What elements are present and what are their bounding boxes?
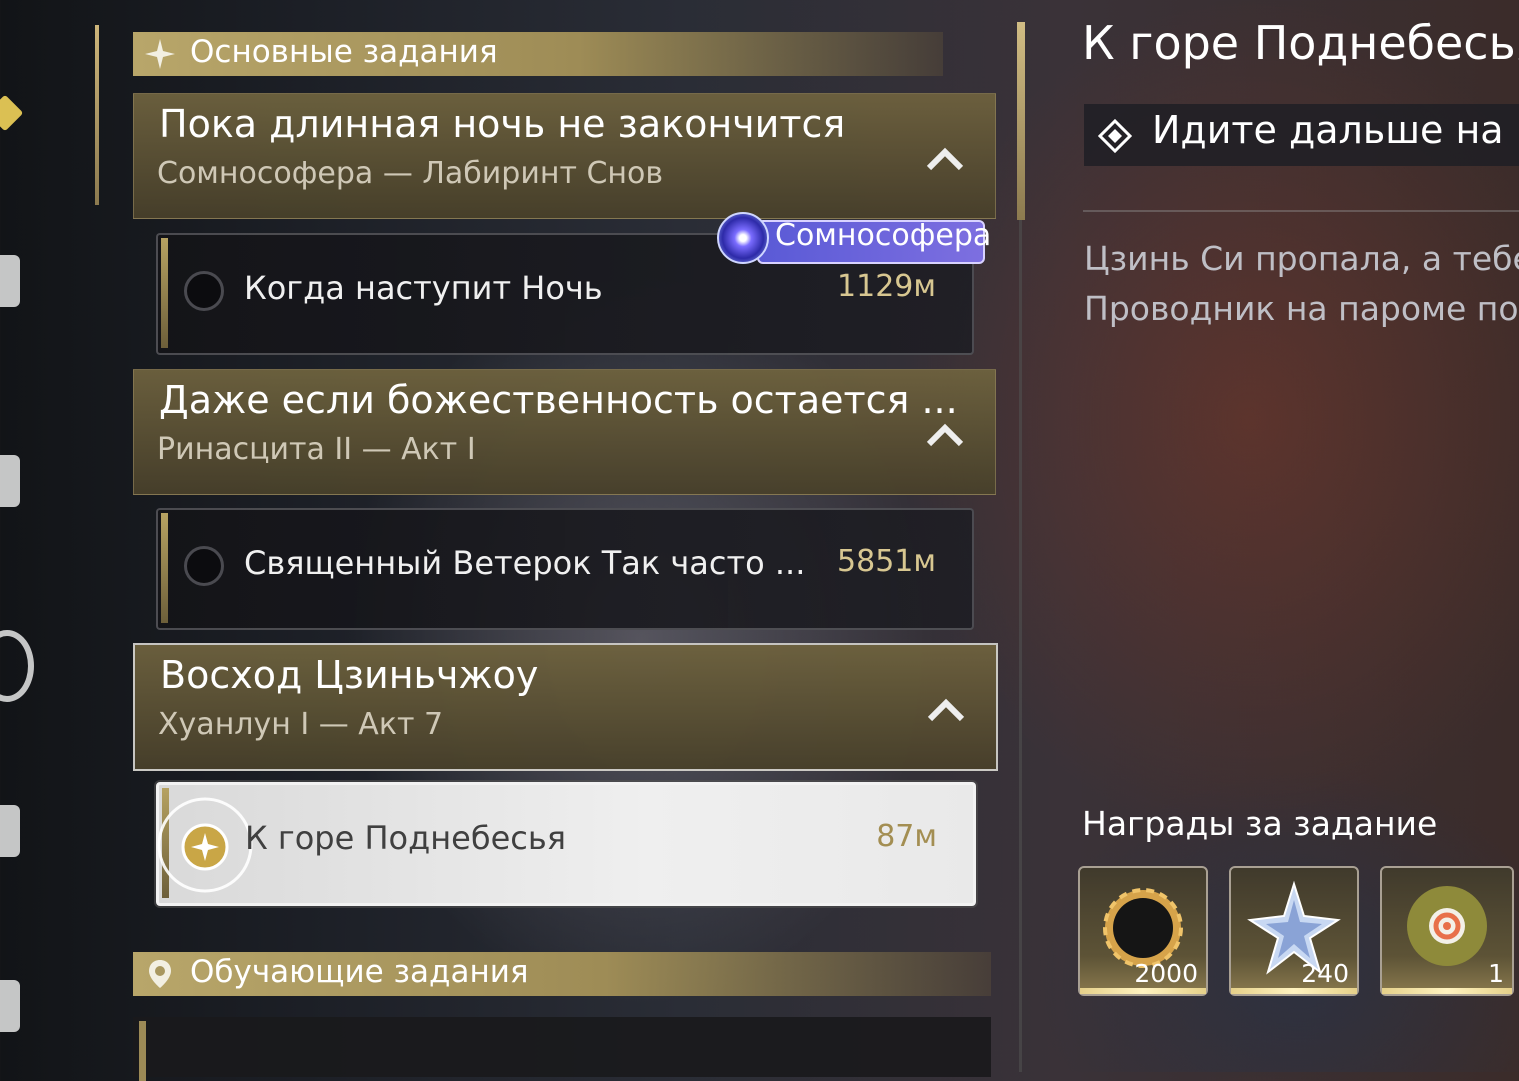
task-name: Когда наступит Ночь: [244, 269, 603, 307]
sidebar-icon-3[interactable]: [0, 455, 20, 507]
reward-rarity-bar: [1080, 988, 1206, 994]
quest-group-title: Восход Цзиньчжоу: [160, 653, 539, 697]
tutorial-quests-label: Обучающие задания: [190, 954, 529, 990]
quest-group-2[interactable]: Даже если божественность остается ... Ри…: [133, 369, 996, 495]
tutorial-task-row[interactable]: [133, 1017, 991, 1081]
reward-count: 1: [1488, 959, 1504, 988]
quest-group-1[interactable]: Пока длинная ночь не закончится Сомнософ…: [133, 93, 996, 219]
reward-count: 2000: [1134, 959, 1198, 988]
task-distance: 5851м: [837, 544, 936, 579]
task-name: К горе Поднебесья: [245, 819, 566, 857]
task-distance: 87м: [876, 819, 937, 854]
quest-detail-title: К горе Поднебесья: [1082, 16, 1519, 70]
tutorial-quests-header: Обучающие задания: [133, 952, 991, 996]
panel-scrollbar[interactable]: [1017, 22, 1025, 220]
task-accent-bar: [161, 238, 168, 348]
main-quests-label: Основные задания: [190, 34, 498, 70]
main-quests-header: Основные задания: [133, 32, 943, 76]
quest-task-3-selected[interactable]: К горе Поднебесья 87м: [156, 782, 976, 906]
sparkle-icon: [145, 39, 175, 69]
reward-item-1[interactable]: 2000: [1078, 866, 1208, 996]
quest-group-title: Даже если божественность остается ...: [159, 378, 958, 422]
somnosphere-badge: Сомнософера: [715, 212, 992, 264]
quest-task-2[interactable]: Священный Ветерок Так часто ... 5851м: [156, 508, 974, 630]
quest-diamond-icon[interactable]: [0, 94, 24, 132]
task-name: Священный Ветерок Так часто ...: [244, 544, 806, 582]
task-accent-bar: [161, 513, 168, 623]
quest-group-subtitle: Хуанлун I — Акт 7: [158, 707, 444, 742]
quest-group-subtitle: Сомнософера — Лабиринт Снов: [157, 156, 664, 191]
sidebar-icon-6[interactable]: [0, 980, 20, 1032]
badge-label: Сомнософера: [775, 218, 992, 253]
quest-description: Цзинь Си пропала, а тебе Проводник на па…: [1084, 234, 1519, 334]
panel-divider: [1019, 220, 1022, 1072]
task-status-icon: [184, 271, 224, 311]
description-line-2: Проводник на пароме по: [1084, 289, 1519, 328]
chevron-up-icon[interactable]: [926, 695, 966, 725]
sidebar-icon-4[interactable]: [0, 630, 34, 702]
objective-diamond-icon: [1098, 119, 1132, 153]
tracked-quest-icon: [157, 797, 253, 893]
chevron-up-icon[interactable]: [925, 420, 965, 450]
description-line-1: Цзинь Си пропала, а тебе: [1084, 239, 1519, 278]
location-pin-icon: [149, 960, 171, 988]
detail-divider: [1083, 210, 1519, 212]
reward-item-2[interactable]: 240: [1229, 866, 1359, 996]
sidebar-icon-5[interactable]: [0, 805, 20, 857]
echo-orb-icon: [1407, 886, 1487, 966]
quest-group-title: Пока длинная ночь не закончится: [159, 102, 846, 146]
somnosphere-orb-icon: [717, 212, 769, 264]
chevron-up-icon[interactable]: [925, 144, 965, 174]
reward-rarity-bar: [1231, 988, 1357, 994]
sidebar-active-line: [95, 25, 99, 205]
quest-objective: Идите дальше на го: [1084, 104, 1519, 166]
reward-rarity-bar: [1382, 988, 1512, 994]
task-accent-bar: [139, 1021, 146, 1081]
task-distance: 1129м: [837, 269, 936, 304]
quest-group-subtitle: Ринасцита II — Акт I: [157, 432, 476, 467]
objective-text: Идите дальше на го: [1152, 108, 1519, 152]
reward-count: 240: [1301, 959, 1349, 988]
quest-group-3[interactable]: Восход Цзиньчжоу Хуанлун I — Акт 7: [133, 643, 998, 771]
sidebar-icon-2[interactable]: [0, 255, 20, 307]
reward-item-3[interactable]: 1: [1380, 866, 1514, 996]
task-status-icon: [184, 546, 224, 586]
rewards-title: Награды за задание: [1082, 804, 1438, 843]
